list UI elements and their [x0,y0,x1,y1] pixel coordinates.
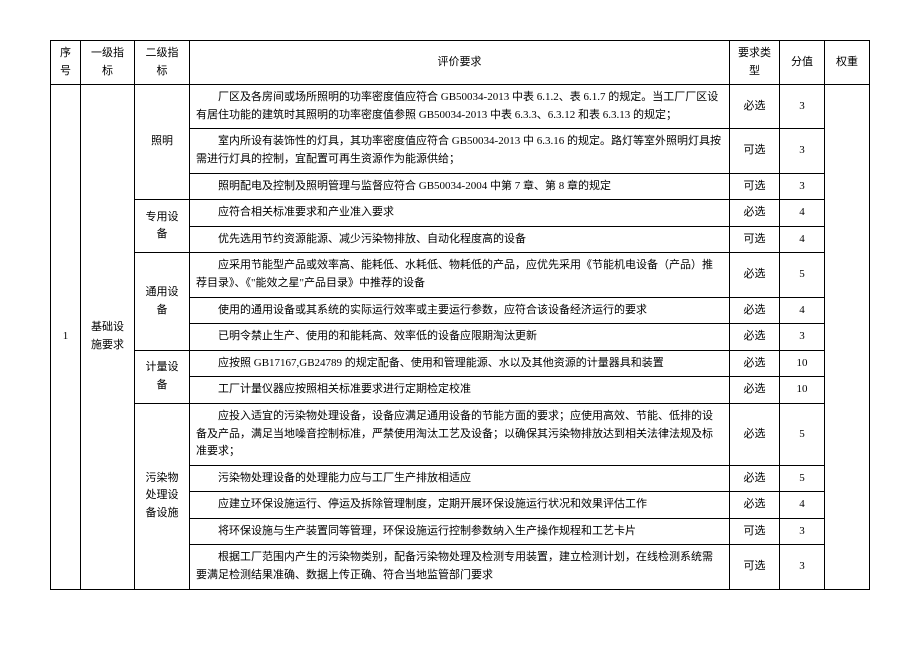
evaluation-table: 序号 一级指标 二级指标 评价要求 要求类型 分值 权重 1基础设施要求照明厂区… [50,40,870,590]
cell-type: 可选 [730,173,780,200]
cell-requirement: 应建立环保设施运行、停运及拆除管理制度，定期开展环保设施运行状况和效果评估工作 [190,492,730,519]
cell-requirement: 应符合相关标准要求和产业准入要求 [190,200,730,227]
cell-score: 3 [780,324,825,351]
cell-requirement: 根据工厂范围内产生的污染物类别，配备污染物处理及检测专用装置，建立检测计划，在线… [190,545,730,589]
cell-score: 5 [780,253,825,297]
cell-type: 必选 [730,492,780,519]
header-seq: 序号 [51,41,81,85]
cell-requirement: 工厂计量仪器应按照相关标准要求进行定期检定校准 [190,377,730,404]
cell-type: 必选 [730,465,780,492]
header-weight: 权重 [825,41,870,85]
cell-type: 必选 [730,85,780,129]
cell-score: 3 [780,545,825,589]
cell-requirement: 厂区及各房间或场所照明的功率密度值应符合 GB50034-2013 中表 6.1… [190,85,730,129]
cell-score: 3 [780,173,825,200]
cell-requirement: 应投入适宜的污染物处理设备，设备应满足通用设备的节能方面的要求；应使用高效、节能… [190,403,730,465]
cell-seq: 1 [51,85,81,589]
cell-score: 4 [780,226,825,253]
cell-score: 10 [780,350,825,377]
cell-score: 3 [780,85,825,129]
cell-type: 必选 [730,403,780,465]
cell-level2: 计量设备 [135,350,190,403]
header-level1: 一级指标 [81,41,135,85]
cell-score: 3 [780,518,825,545]
cell-level2: 照明 [135,85,190,200]
cell-type: 必选 [730,297,780,324]
header-score: 分值 [780,41,825,85]
cell-score: 5 [780,403,825,465]
cell-level2: 专用设备 [135,200,190,253]
cell-type: 必选 [730,200,780,227]
table-row: 通用设备应采用节能型产品或效率高、能耗低、水耗低、物耗低的产品，应优先采用《节能… [51,253,870,297]
header-type: 要求类型 [730,41,780,85]
cell-requirement: 已明令禁止生产、使用的和能耗高、效率低的设备应限期淘汰更新 [190,324,730,351]
cell-type: 可选 [730,518,780,545]
table-row: 污染物处理设备设施应投入适宜的污染物处理设备，设备应满足通用设备的节能方面的要求… [51,403,870,465]
header-row: 序号 一级指标 二级指标 评价要求 要求类型 分值 权重 [51,41,870,85]
cell-score: 4 [780,200,825,227]
cell-level2: 通用设备 [135,253,190,350]
cell-requirement: 照明配电及控制及照明管理与监督应符合 GB50034-2004 中第 7 章、第… [190,173,730,200]
cell-type: 必选 [730,377,780,404]
cell-weight [825,85,870,589]
cell-type: 必选 [730,324,780,351]
cell-requirement: 应采用节能型产品或效率高、能耗低、水耗低、物耗低的产品，应优先采用《节能机电设备… [190,253,730,297]
cell-type: 可选 [730,545,780,589]
cell-requirement: 将环保设施与生产装置同等管理，环保设施运行控制参数纳入生产操作规程和工艺卡片 [190,518,730,545]
cell-type: 可选 [730,226,780,253]
cell-requirement: 使用的通用设备或其系统的实际运行效率或主要运行参数，应符合该设备经济运行的要求 [190,297,730,324]
table-row: 专用设备应符合相关标准要求和产业准入要求必选4 [51,200,870,227]
cell-type: 必选 [730,253,780,297]
cell-score: 10 [780,377,825,404]
cell-type: 必选 [730,350,780,377]
cell-level1: 基础设施要求 [81,85,135,589]
table-row: 1基础设施要求照明厂区及各房间或场所照明的功率密度值应符合 GB50034-20… [51,85,870,129]
table-row: 计量设备应按照 GB17167,GB24789 的规定配备、使用和管理能源、水以… [51,350,870,377]
cell-requirement: 污染物处理设备的处理能力应与工厂生产排放相适应 [190,465,730,492]
cell-score: 5 [780,465,825,492]
cell-requirement: 应按照 GB17167,GB24789 的规定配备、使用和管理能源、水以及其他资… [190,350,730,377]
cell-score: 3 [780,129,825,173]
cell-requirement: 优先选用节约资源能源、减少污染物排放、自动化程度高的设备 [190,226,730,253]
cell-requirement: 室内所设有装饰性的灯具，其功率密度值应符合 GB50034-2013 中 6.3… [190,129,730,173]
cell-level2: 污染物处理设备设施 [135,403,190,589]
header-level2: 二级指标 [135,41,190,85]
cell-type: 可选 [730,129,780,173]
cell-score: 4 [780,297,825,324]
cell-score: 4 [780,492,825,519]
header-req: 评价要求 [190,41,730,85]
